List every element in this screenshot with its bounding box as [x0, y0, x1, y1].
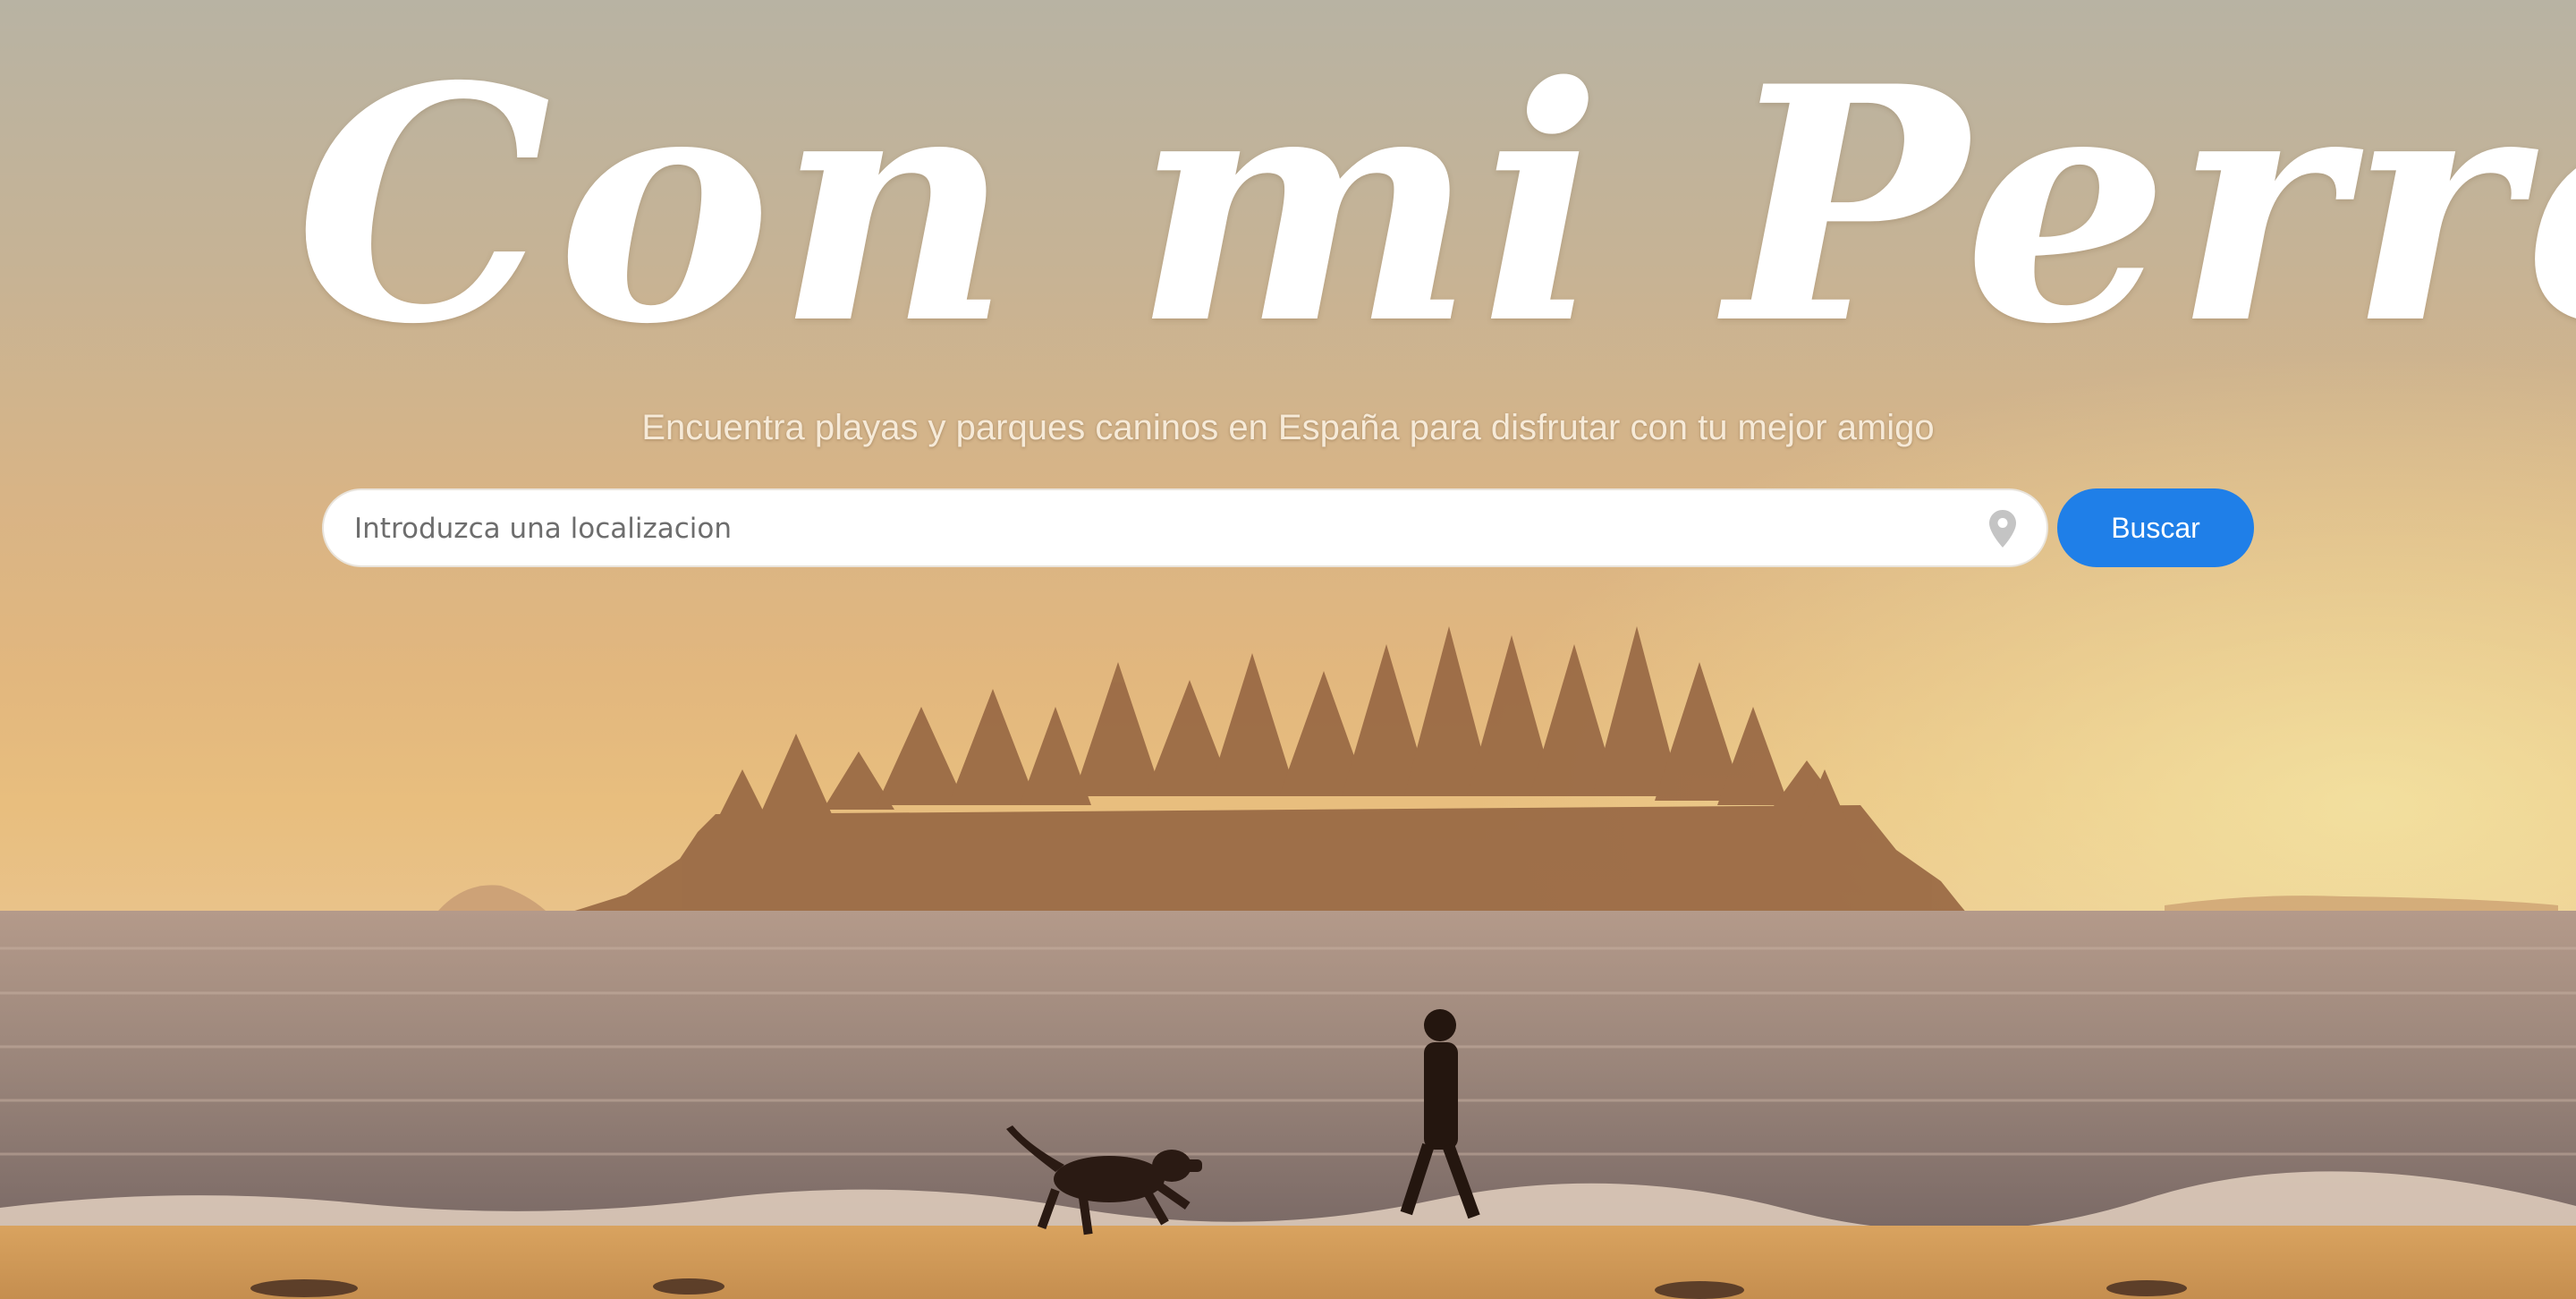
search-button[interactable]: Buscar: [2057, 488, 2254, 567]
site-logo-title: Con mi Perrete: [295, 16, 2576, 395]
map-pin-icon[interactable]: [1989, 510, 2016, 548]
location-search-bar: [322, 488, 2048, 567]
location-search-input[interactable]: [352, 490, 1966, 567]
hero-section: Con mi Perrete Encuentra playas y parque…: [0, 0, 2576, 1299]
hero-tagline: Encuentra playas y parques caninos en Es…: [641, 408, 1935, 447]
